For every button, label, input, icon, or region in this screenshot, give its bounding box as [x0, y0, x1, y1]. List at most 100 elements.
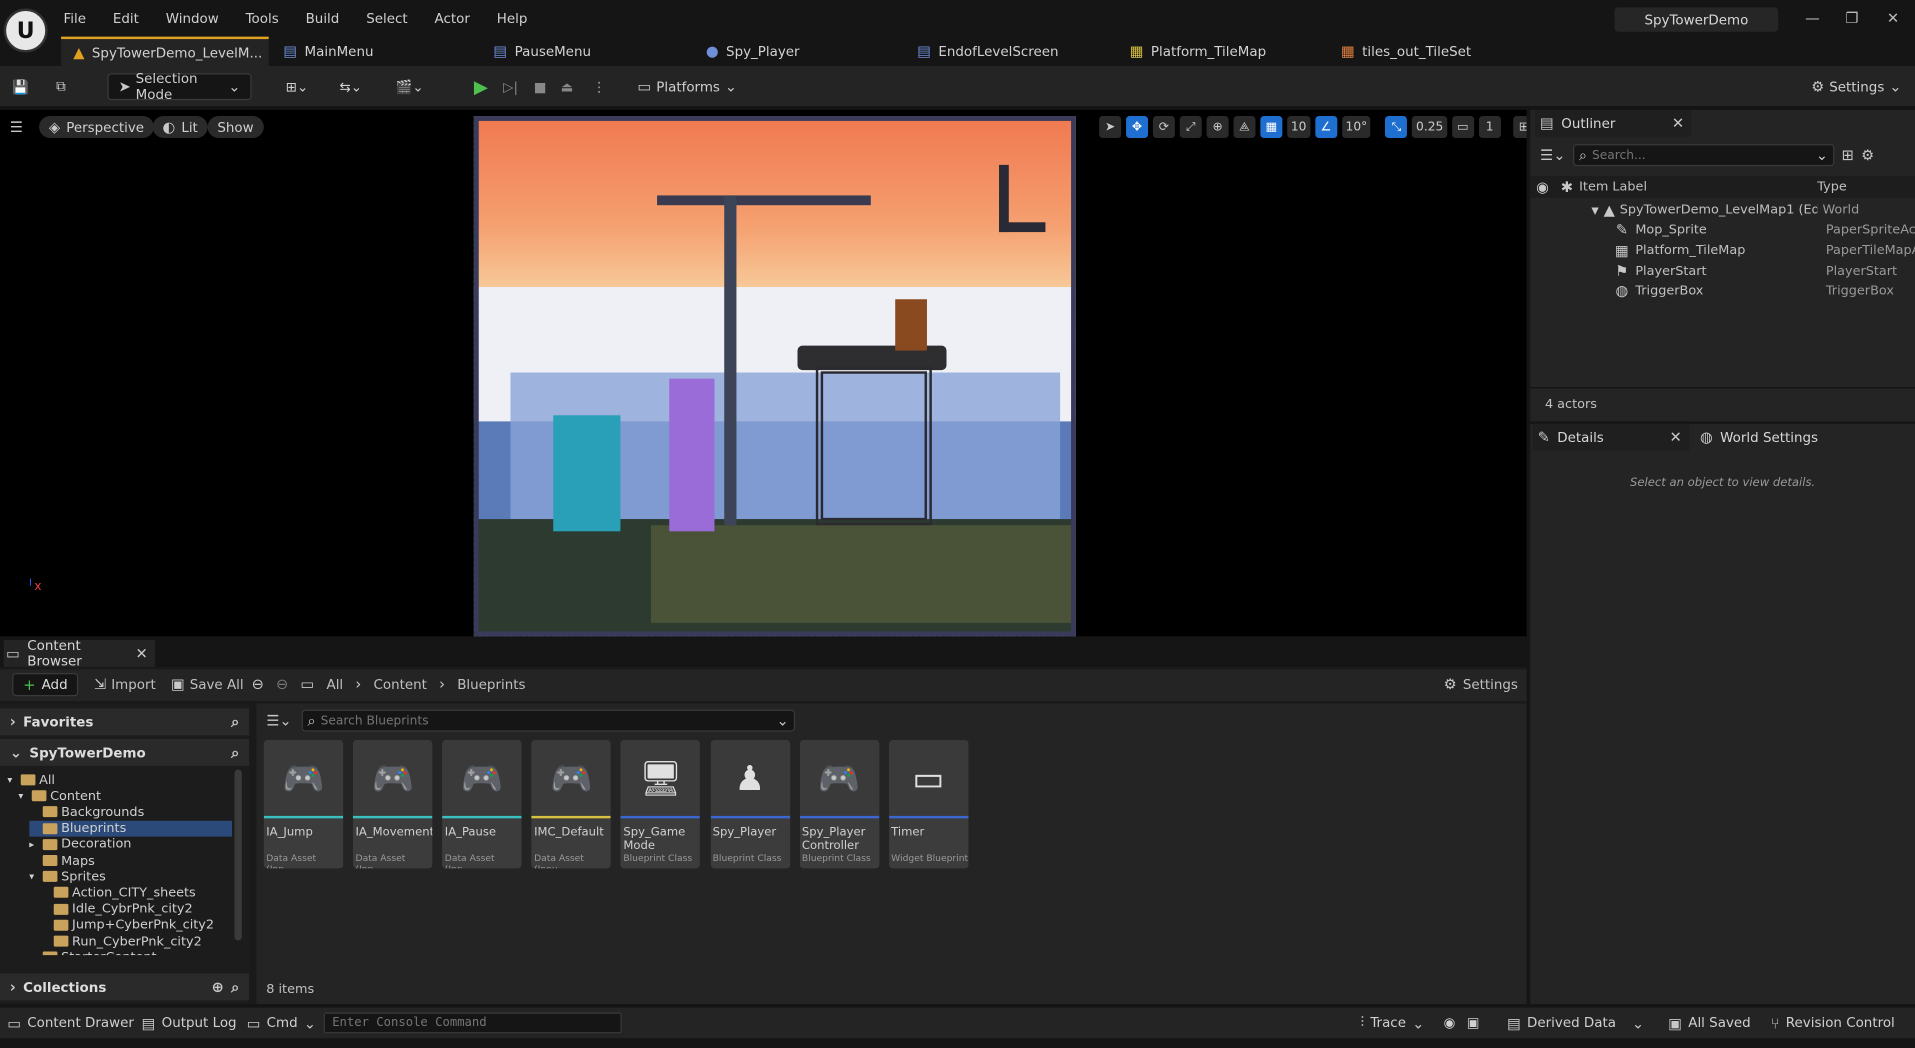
- grid-size-value[interactable]: 10: [1287, 116, 1311, 139]
- tab-spy-player[interactable]: ● Spy_Player: [706, 37, 800, 66]
- unreal-logo-icon[interactable]: U: [3, 8, 48, 53]
- folder-tree-item[interactable]: Action_CITY_sheets: [40, 885, 196, 901]
- rotate-tool-icon[interactable]: ⟳: [1152, 116, 1175, 139]
- tab-mainmenu[interactable]: ▤ MainMenu: [283, 37, 373, 66]
- add-actor-icon[interactable]: ⊞⌄: [286, 73, 309, 100]
- show-button[interactable]: Show: [207, 116, 264, 139]
- rotation-snap-value[interactable]: 10°: [1341, 116, 1371, 139]
- collections-section[interactable]: › Collections ⊕ ⌕: [0, 973, 250, 1001]
- grid-snap-icon[interactable]: ▦: [1260, 116, 1283, 139]
- col-type[interactable]: Type: [1817, 180, 1846, 195]
- folder-tree-item[interactable]: Idle_CybrPnk_city2: [40, 901, 193, 917]
- favorites-section[interactable]: › Favorites ⌕: [0, 708, 250, 736]
- outliner-row[interactable]: ▦ Platform_TileMap PaperTileMapA: [1613, 242, 1915, 259]
- browse-icon[interactable]: ⧉: [56, 73, 66, 100]
- eject-icon[interactable]: ⏏: [561, 73, 574, 100]
- menu-help[interactable]: Help: [497, 11, 528, 27]
- outliner-search[interactable]: ⌕ ⌄: [1572, 144, 1835, 167]
- chevron-down-icon[interactable]: ▾: [29, 871, 39, 882]
- scale-tool-icon[interactable]: ⤢: [1179, 116, 1202, 139]
- search-icon[interactable]: ⌕: [231, 743, 239, 761]
- select-tool-icon[interactable]: ➤: [1099, 116, 1122, 139]
- outliner-row[interactable]: ✎ Mop_Sprite PaperSpriteAct: [1613, 221, 1915, 238]
- asset-tile[interactable]: ♟ Spy_Player Blueprint Class: [710, 740, 790, 869]
- layout-icon[interactable]: ⊞: [1512, 116, 1527, 139]
- menu-tools[interactable]: Tools: [246, 11, 279, 27]
- breadcrumb-blueprints[interactable]: Blueprints: [457, 676, 525, 692]
- step-icon[interactable]: ▷|: [503, 73, 518, 100]
- project-section[interactable]: ⌄ SpyTowerDemo ⌕: [0, 738, 250, 766]
- asset-tile[interactable]: 🎮 IA_Jump Data Asset (Inp...: [263, 740, 344, 869]
- search-icon[interactable]: ⌕: [231, 713, 239, 731]
- cmd-dropdown[interactable]: ▭ Cmd ⌄: [247, 1013, 316, 1034]
- content-drawer-button[interactable]: ▭ Content Drawer: [7, 1013, 134, 1034]
- tab-pausemenu[interactable]: ▤ PauseMenu: [493, 37, 591, 66]
- tab-endoflevel[interactable]: ▤ EndofLevelScreen: [917, 37, 1058, 66]
- tab-platform-tilemap[interactable]: ▦ Platform_TileMap: [1130, 37, 1266, 66]
- save-icon[interactable]: 💾: [12, 73, 29, 100]
- surface-snap-icon[interactable]: ⟁: [1233, 116, 1256, 139]
- stop-icon[interactable]: ■: [534, 73, 547, 100]
- folder-tree-item[interactable]: ▾ All: [7, 772, 55, 788]
- selection-mode-dropdown[interactable]: ➤ Selection Mode ⌄: [107, 71, 252, 103]
- chevron-right-icon[interactable]: ▸: [29, 952, 39, 955]
- tab-tileset[interactable]: ▦ tiles_out_TileSet: [1341, 37, 1471, 66]
- cb-settings-button[interactable]: ⚙ Settings: [1444, 675, 1518, 692]
- forward-icon[interactable]: ⊖: [276, 675, 288, 692]
- menu-edit[interactable]: Edit: [113, 11, 139, 27]
- outliner-search-input[interactable]: [1592, 148, 1811, 162]
- tab-level[interactable]: ▲ SpyTowerDemo_LevelM...: [61, 36, 269, 66]
- content-browser-tab[interactable]: ▭ Content Browser ✕: [3, 638, 156, 669]
- menu-file[interactable]: File: [64, 11, 86, 27]
- gear-icon[interactable]: ⚙: [1861, 147, 1874, 164]
- asset-tile[interactable]: 🎮 IA_Pause Data Asset (Inp...: [442, 740, 522, 869]
- outliner-tab[interactable]: ▤ Outliner ✕: [1535, 109, 1692, 137]
- import-button[interactable]: ⇲ Import: [94, 675, 156, 692]
- add-folder-icon[interactable]: ⊞: [1841, 147, 1853, 164]
- back-icon[interactable]: ⊖: [252, 675, 264, 692]
- details-tab[interactable]: ✎ Details ✕: [1532, 423, 1690, 451]
- perspective-button[interactable]: ◈ Perspective: [39, 116, 154, 139]
- folder-tree-item[interactable]: Maps: [29, 853, 95, 869]
- asset-tile[interactable]: 🖥 Spy_Game Mode Blueprint Class: [620, 740, 701, 869]
- outliner-row[interactable]: ⚑ PlayerStart PlayerStart: [1613, 263, 1897, 280]
- screenshot-icon[interactable]: ▣: [1467, 1013, 1480, 1034]
- folder-tree-item[interactable]: Jump+CyberPnk_city2: [40, 917, 214, 933]
- menu-build[interactable]: Build: [306, 11, 340, 27]
- tree-scrollbar[interactable]: [234, 769, 242, 941]
- add-button[interactable]: + Add: [12, 672, 79, 697]
- platforms-dropdown[interactable]: ▭ Platforms ⌄: [638, 73, 738, 100]
- asset-tile[interactable]: 🎮 IA_Movement Data Asset (Inp...: [353, 740, 433, 869]
- world-settings-tab[interactable]: ◍ World Settings: [1698, 424, 1818, 451]
- camera-speed-icon[interactable]: ▭: [1451, 116, 1474, 139]
- folder-tree-item[interactable]: ▾ Sprites: [29, 869, 105, 885]
- derived-data-dropdown[interactable]: ▤ Derived Data ⌄: [1507, 1013, 1644, 1034]
- revision-control-button[interactable]: ⑂ Revision Control: [1771, 1013, 1895, 1034]
- search-icon[interactable]: ⌕: [231, 978, 239, 996]
- outliner-row[interactable]: ◍ TriggerBox TriggerBox: [1613, 282, 1893, 299]
- more-options-icon[interactable]: ⋮: [592, 73, 605, 100]
- level-viewport[interactable]: ☰ ◈ Perspective ◐ Lit Show ➤ ✥ ⟳ ⤢ ⊕ ⟁ ▦…: [0, 109, 1527, 637]
- folder-tree-item[interactable]: ▾ Content: [18, 788, 101, 804]
- hamburger-icon[interactable]: ☰: [10, 118, 23, 135]
- close-icon[interactable]: ✕: [1669, 429, 1689, 446]
- output-log-button[interactable]: ▤ Output Log: [142, 1013, 237, 1034]
- col-item-label[interactable]: Item Label: [1579, 180, 1817, 195]
- trace-dropdown[interactable]: ⫶ Trace ⌄: [1361, 1013, 1425, 1034]
- breadcrumb-content[interactable]: Content: [373, 676, 426, 692]
- lit-button[interactable]: ◐ Lit: [152, 116, 208, 139]
- asset-tile[interactable]: 🎮 IMC_Default Data Asset (Inpu...: [531, 740, 612, 869]
- blueprint-menu-icon[interactable]: ⇆⌄: [340, 73, 363, 100]
- save-all-button[interactable]: ▣ Save All: [171, 675, 244, 692]
- chevron-down-icon[interactable]: ▾: [18, 790, 28, 801]
- record-icon[interactable]: ◉: [1444, 1013, 1456, 1034]
- add-collection-icon[interactable]: ⊕: [212, 978, 224, 995]
- folder-tree-item[interactable]: Backgrounds: [29, 804, 144, 820]
- move-tool-icon[interactable]: ✥: [1126, 116, 1149, 139]
- world-space-icon[interactable]: ⊕: [1206, 116, 1229, 139]
- folder-tree-item[interactable]: ▸ StarterContent: [29, 949, 157, 956]
- scale-snap-value[interactable]: 0.25: [1412, 116, 1447, 139]
- restore-icon[interactable]: ❐: [1845, 10, 1858, 27]
- settings-dropdown[interactable]: ⚙ Settings ⌄: [1811, 73, 1901, 100]
- play-icon[interactable]: ▶: [474, 73, 488, 100]
